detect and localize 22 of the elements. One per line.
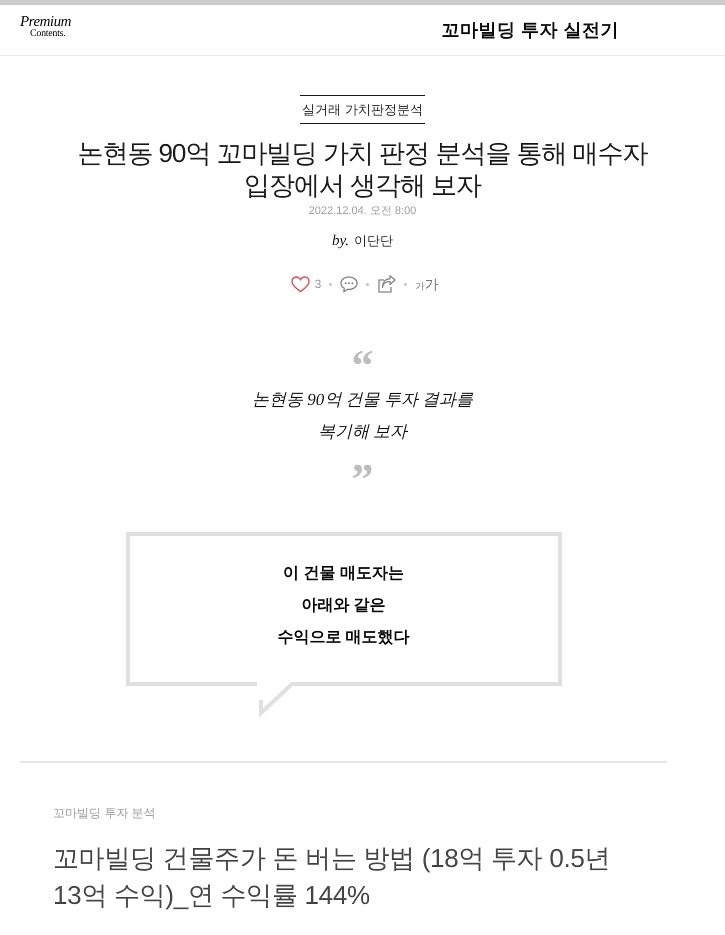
- publish-date: 2022.12.04. 오전 8:00: [308, 204, 416, 218]
- quote-line: 복기해 보자: [318, 421, 408, 443]
- bubble-text-line: 수익으로 매도했다: [277, 628, 410, 648]
- quote-line: 논현동 90억 건물 투자 결과를: [252, 389, 473, 411]
- comment-icon: [340, 276, 358, 292]
- share-icon: [377, 275, 396, 293]
- author-link[interactable]: 이단단: [354, 231, 394, 251]
- post-category: 꼬마빌딩 투자 분석: [53, 805, 157, 821]
- post-title-link[interactable]: 꼬마빌딩 건물주가 돈 버는 방법 (18억 투자 0.5년 13억 수익)_연 수익률 144%: [53, 840, 635, 914]
- heart-icon: [290, 276, 310, 292]
- close-quote-mark: ”: [352, 460, 374, 484]
- share-button[interactable]: [377, 275, 396, 293]
- bubble-text-line: 아래와 같은: [301, 596, 386, 616]
- series-title: 꼬마빌딩 투자 실전기: [441, 18, 619, 42]
- logo[interactable]: Premium Contents.: [20, 15, 71, 39]
- byline-prefix: by.: [332, 232, 350, 251]
- category-label: 실거래 가치판정분석: [300, 95, 425, 124]
- open-quote-mark: “: [352, 346, 374, 370]
- bubble-text-line: 이 건물 매도자는: [283, 564, 404, 584]
- article-title: 논현동 90억 꼬마빌딩 가치 판정 분석을 통해 매수자 입장에서 생각해 보자: [76, 137, 649, 201]
- comment-button[interactable]: [340, 276, 358, 292]
- font-size-button[interactable]: 가가: [415, 277, 438, 291]
